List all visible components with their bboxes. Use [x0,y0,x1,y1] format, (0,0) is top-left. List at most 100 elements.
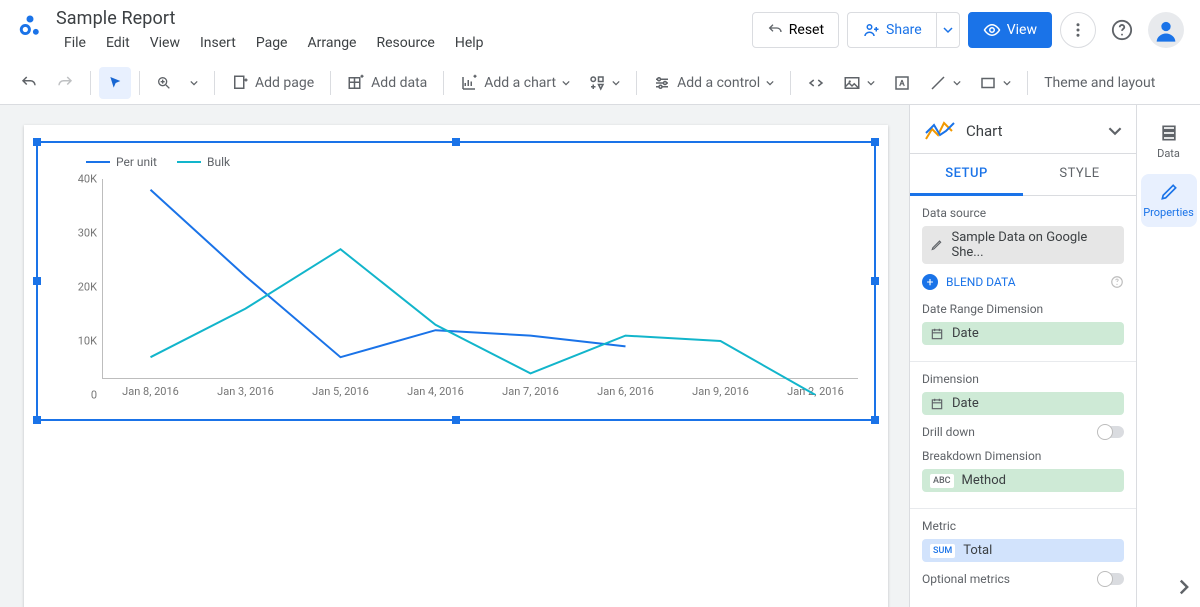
dimension-value: Date [952,396,979,411]
cursor-icon [107,75,123,91]
expand-rail-button[interactable] [1176,579,1192,595]
chart-plot-area: 010K20K30K40KJan 8, 2016Jan 3, 2016Jan 5… [102,179,858,379]
reset-button[interactable]: Reset [752,12,839,48]
chevron-down-icon[interactable] [1108,124,1122,138]
menu-view[interactable]: View [142,31,188,55]
breakdown-chip[interactable]: ABC Method [922,469,1124,492]
more-vert-icon [1069,21,1087,39]
line-chart-type-icon [924,119,956,143]
image-icon [843,74,861,92]
resize-handle[interactable] [871,416,879,424]
resize-handle[interactable] [452,416,460,424]
menu-insert[interactable]: Insert [192,31,244,55]
optional-metrics-toggle[interactable] [1098,573,1124,585]
document-title[interactable]: Sample Report [56,8,740,29]
line-button[interactable] [921,67,969,99]
add-control-button[interactable]: Add a control [645,67,782,99]
database-icon [1159,123,1179,143]
share-dropdown[interactable] [936,12,960,48]
shape-button[interactable] [971,67,1019,99]
drill-down-toggle[interactable] [1098,426,1124,438]
eye-icon [983,21,1001,39]
tab-setup[interactable]: SETUP [910,154,1023,196]
menu-resource[interactable]: Resource [368,31,442,55]
drill-down-label: Drill down [922,425,975,439]
chevron-down-icon [562,79,570,87]
theme-layout-label: Theme and layout [1044,75,1155,91]
add-data-label: Add data [371,75,427,91]
add-data-icon [347,74,365,92]
reset-label: Reset [789,22,824,38]
y-axis-tick: 30K [61,227,97,240]
rail-properties-label: Properties [1143,206,1194,219]
calendar-icon [930,397,944,411]
add-chart-label: Add a chart [484,75,556,91]
legend-label: Per unit [116,155,157,169]
chevron-down-icon [1003,79,1011,87]
add-page-icon [231,74,249,92]
shapes-icon [588,74,606,92]
url-embed-button[interactable] [799,67,833,99]
rail-properties[interactable]: Properties [1141,174,1197,227]
menu-page[interactable]: Page [248,31,296,55]
help-icon[interactable] [1110,275,1124,289]
share-button[interactable]: Share [847,12,936,48]
dimension-label: Dimension [922,372,1124,386]
menu-help[interactable]: Help [447,31,492,55]
zoom-dropdown[interactable] [182,67,206,99]
add-page-button[interactable]: Add page [223,67,322,99]
resize-handle[interactable] [33,277,41,285]
undo-icon [767,22,783,38]
rail-data[interactable]: Data [1141,115,1197,168]
chevron-down-icon [612,79,620,87]
chart-legend: Per unit Bulk [46,151,866,169]
chevron-down-icon [190,79,198,87]
undo-button[interactable] [12,67,46,99]
tab-style[interactable]: STYLE [1023,154,1136,195]
legend-swatch [177,161,201,163]
date-range-dimension-label: Date Range Dimension [922,302,1124,316]
legend-label: Bulk [207,155,230,169]
resize-handle[interactable] [871,277,879,285]
more-options-button[interactable] [1060,12,1096,48]
menu-arrange[interactable]: Arrange [300,31,365,55]
breakdown-value: Method [962,473,1006,488]
text-button[interactable] [885,67,919,99]
image-button[interactable] [835,67,883,99]
rectangle-icon [979,74,997,92]
resize-handle[interactable] [33,138,41,146]
metric-chip[interactable]: SUM Total [922,539,1124,562]
panel-title: Chart [966,122,1098,140]
zoom-button[interactable] [148,67,180,99]
account-avatar[interactable] [1148,12,1184,48]
menu-file[interactable]: File [56,31,94,55]
zoom-icon [156,75,172,91]
right-rail: Data Properties [1136,105,1200,607]
selected-chart[interactable]: Per unit Bulk 010K20K30K40KJan 8, 2016Ja… [36,141,876,421]
help-button[interactable] [1104,12,1140,48]
redo-button[interactable] [48,67,82,99]
y-axis-tick: 10K [61,335,97,348]
resize-handle[interactable] [33,416,41,424]
selection-tool[interactable] [99,67,131,99]
blend-data-button[interactable]: + BLEND DATA [922,270,1016,294]
chevron-down-icon [766,79,774,87]
menu-edit[interactable]: Edit [98,31,138,55]
data-source-chip[interactable]: Sample Data on Google She... [922,226,1124,264]
report-page[interactable]: Per unit Bulk 010K20K30K40KJan 8, 2016Ja… [24,125,888,607]
date-range-chip[interactable]: Date [922,322,1124,345]
view-label: View [1007,22,1037,38]
looker-studio-logo[interactable] [16,12,44,40]
resize-handle[interactable] [871,138,879,146]
undo-icon [20,74,38,92]
add-data-button[interactable]: Add data [339,67,435,99]
theme-layout-button[interactable]: Theme and layout [1036,67,1163,99]
resize-handle[interactable] [452,138,460,146]
report-canvas-area[interactable]: Per unit Bulk 010K20K30K40KJan 8, 2016Ja… [0,105,909,607]
dimension-chip[interactable]: Date [922,392,1124,415]
legend-swatch [86,161,110,163]
view-button[interactable]: View [968,12,1052,48]
add-chart-button[interactable]: Add a chart [452,67,578,99]
community-viz-button[interactable] [580,67,628,99]
person-icon [1152,16,1180,44]
